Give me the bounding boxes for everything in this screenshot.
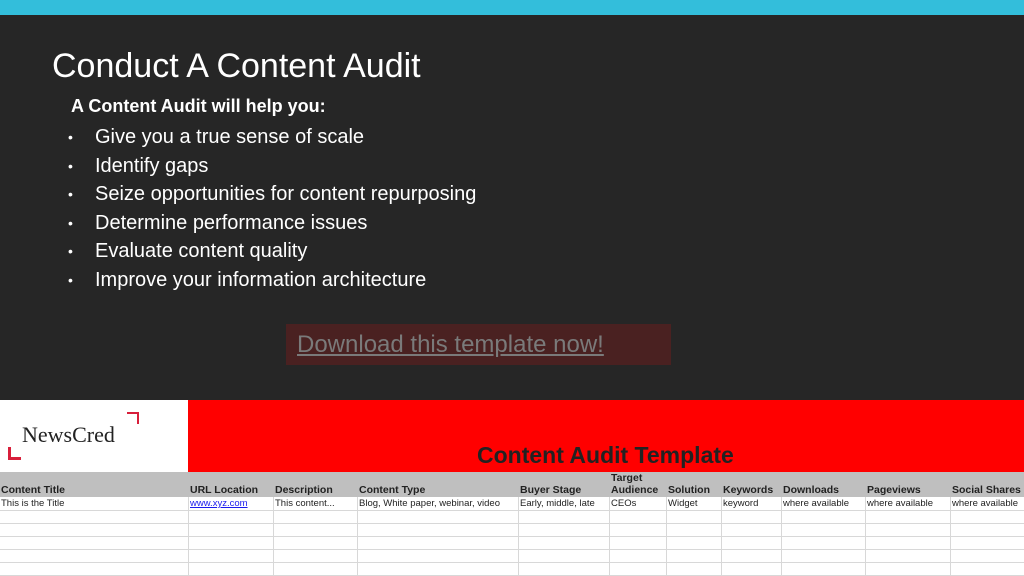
table-column: Social Shares where available [951,472,1024,576]
column-header: Content Type [359,484,426,496]
table-cell: where available [867,498,934,509]
table-cell: where available [952,498,1019,509]
table-column: Downloads where available [782,472,865,576]
table-column: Keywords keyword [722,472,781,576]
list-item: • Evaluate content quality [68,237,476,266]
bullet-icon: • [68,129,73,145]
grid-line [609,497,610,576]
grid-line [357,497,358,576]
column-header: Buyer Stage [520,484,582,496]
grid-line [0,549,1024,550]
list-item: • Seize opportunities for content repurpo… [68,180,476,209]
bullet-icon: • [68,214,73,231]
grid-line [188,497,189,576]
column-header: Keywords [723,484,774,496]
column-header: Social Shares [952,484,1021,496]
bullet-icon: • [68,271,73,288]
column-header: URL Location [190,484,259,496]
slide-title: Conduct A Content Audit [52,47,421,85]
grid-line [781,497,782,576]
column-header: Solution [668,484,710,496]
benefit-list: • Give you a true sense of scale • Identif… [68,123,476,295]
table-column: Solution Widget [667,472,721,576]
table-cell: CEOs [611,498,637,509]
bullet-icon: • [68,243,73,260]
table-cell: keyword [723,498,759,509]
list-item: • Determine performance issues [68,209,476,238]
download-template-link[interactable]: Download this template now! [286,324,671,365]
grid-line [721,497,722,576]
table-column: Buyer Stage Early, middle, late [519,472,609,576]
table-column: Target Audience CEOs [610,472,666,576]
sheet-title: Content Audit Template [477,442,734,468]
table-column: Content Type Blog, White paper, webinar,… [358,472,518,576]
accent-bar [0,0,1024,15]
grid-line [0,523,1024,524]
grid-line [518,497,519,576]
column-header: Target Audience [611,472,659,496]
table-column: Content Title This is the Title [0,472,188,576]
grid-line [0,510,1024,511]
newscred-logo: NewsCred [0,400,188,472]
grid-line [950,497,951,576]
logo-text: NewsCred [22,422,115,447]
grid-line [865,497,866,576]
table-cell: This content... [275,498,335,509]
table-cell: Widget [668,498,698,509]
grid-line [273,497,274,576]
list-item: • Improve your information architecture [68,266,476,295]
bullet-icon: • [68,157,73,174]
list-item: • Identify gaps [68,152,476,181]
grid-line [0,536,1024,537]
intro-text: A Content Audit will help you: [71,96,326,116]
table-cell: Early, middle, late [520,498,595,509]
table-column: Pageviews where available [866,472,950,576]
logo-corner-mark [8,447,21,460]
grid-line [666,497,667,576]
audit-table: Content Title This is the Title URL Loca… [0,472,1024,576]
table-cell: This is the Title [1,498,65,509]
table-cell: where available [783,498,850,509]
logo-corner-mark [127,412,139,424]
list-item: • Give you a true sense of scale [68,123,476,152]
table-column: URL Location www.xyz.com [189,472,273,576]
table-column: Description This content... [274,472,357,576]
bullet-icon: • [68,186,73,203]
grid-line [0,562,1024,563]
column-header: Description [275,484,333,496]
column-header: Pageviews [867,484,921,496]
column-header: Content Title [1,484,65,496]
url-link[interactable]: www.xyz.com [190,497,248,510]
table-cell: Blog, White paper, webinar, video [359,498,501,509]
column-header: Downloads [783,484,840,496]
audit-template-preview: NewsCred Content Audit Template Content … [0,400,1024,576]
